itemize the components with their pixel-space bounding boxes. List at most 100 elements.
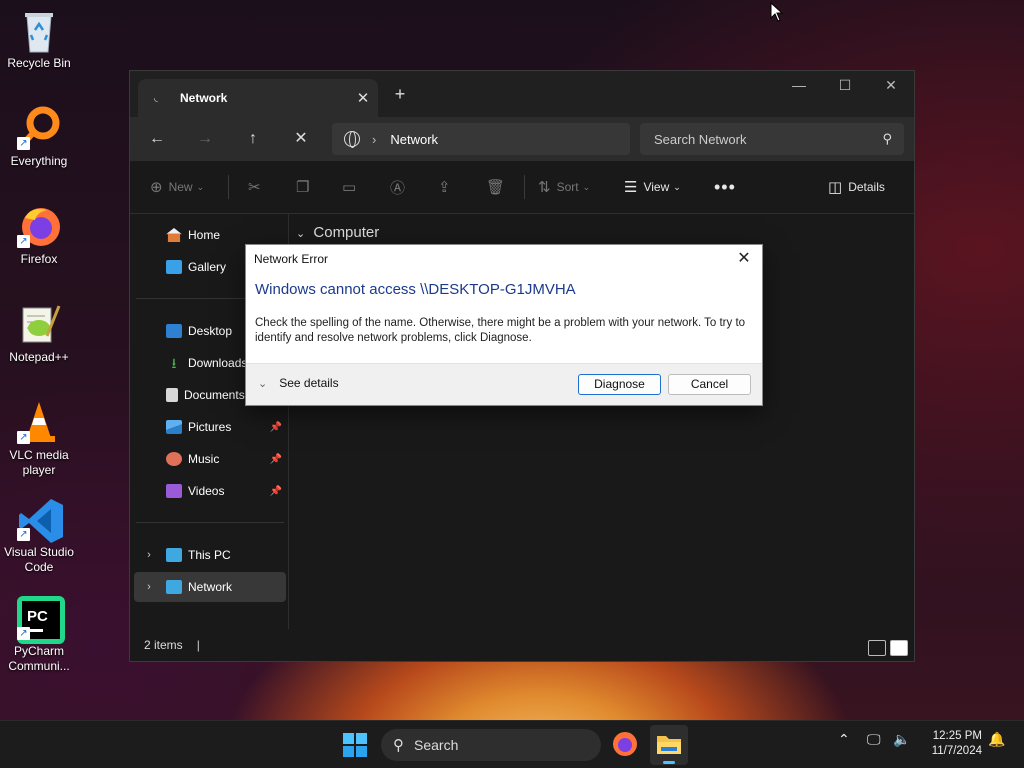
desktop-icon-notepad-plus-plus[interactable]: Notepad++	[0, 302, 78, 365]
chevron-right-icon[interactable]: ›	[138, 549, 160, 561]
taskbar-search[interactable]: ⚲ Search	[381, 729, 601, 761]
sidebar-item-label: Home	[188, 228, 221, 242]
search-icon: ⚲	[393, 737, 404, 754]
computer-icon	[166, 548, 182, 562]
sidebar-item-this-pc[interactable]: › This PC	[134, 540, 286, 570]
sidebar-item-videos[interactable]: Videos 📌	[134, 476, 286, 506]
dialog-close-button[interactable]: ✕	[732, 248, 756, 270]
pin-icon[interactable]: 📌	[270, 422, 282, 433]
see-details-label: See details	[279, 376, 339, 390]
status-separator: |	[196, 638, 200, 652]
sidebar-item-network[interactable]: › Network	[134, 572, 286, 602]
back-button[interactable]: ←	[144, 127, 170, 151]
taskbar-file-explorer-button[interactable]	[650, 725, 688, 765]
desktop-icon-vscode[interactable]: ↗ Visual Studio Code	[0, 497, 78, 575]
new-tab-button[interactable]: +	[390, 84, 410, 105]
divider	[136, 522, 284, 523]
network-error-dialog: Network Error ✕ Windows cannot access \\…	[245, 244, 763, 406]
tab-network[interactable]: ◟ Network ✕	[138, 79, 378, 117]
pycharm-icon: PC ↗	[17, 596, 65, 644]
chevron-right-icon[interactable]: ›	[138, 581, 160, 593]
desktop-icon-label: Notepad++	[9, 350, 69, 364]
sidebar-item-label: Music	[188, 452, 220, 466]
chevron-down-icon: ⌄	[296, 228, 306, 240]
show-hidden-icons-button[interactable]: ⌃	[838, 731, 850, 748]
view-button[interactable]: ☰ View ⌄	[624, 175, 681, 199]
rename-icon: Ⓐ	[390, 179, 406, 197]
details-view-toggle[interactable]	[868, 640, 886, 656]
desktop-icon-everything[interactable]: ↗ Everything	[0, 106, 78, 169]
sidebar-item-label: Gallery	[188, 260, 227, 274]
shortcut-arrow-icon: ↗	[17, 431, 30, 444]
taskbar-firefox-button[interactable]	[612, 731, 638, 757]
rename-button[interactable]: Ⓐ	[390, 175, 411, 199]
up-button[interactable]: ↑	[240, 127, 266, 151]
breadcrumb[interactable]: › Network	[332, 123, 630, 155]
volume-muted-icon[interactable]: 🔈	[893, 731, 910, 748]
details-pane-icon: ◫	[828, 179, 843, 196]
start-button[interactable]	[343, 733, 367, 757]
chevron-down-icon: ⌄	[258, 377, 268, 390]
delete-button[interactable]: 🗑	[486, 175, 511, 199]
sidebar-item-label: Downloads	[188, 356, 248, 370]
sidebar-item-pictures[interactable]: Pictures 📌	[134, 412, 286, 442]
paste-button[interactable]: ▭	[342, 175, 362, 199]
see-details-toggle[interactable]: ⌄ See details	[258, 376, 339, 390]
taskbar: ⚲ Search ⌃ 🖵 🔈 12:25 PM 11/7/2024 🔔	[0, 720, 1024, 768]
new-button[interactable]: ⊕ New ⌄	[150, 175, 204, 199]
trash-icon: 🗑	[486, 179, 506, 196]
sort-button[interactable]: ⇅ Sort ⌄	[538, 175, 590, 199]
notification-bell-icon[interactable]: 🔔	[988, 731, 1005, 748]
dialog-heading: Windows cannot access \\DESKTOP-G1JMVHA	[255, 281, 576, 298]
forward-button[interactable]: →	[192, 127, 218, 151]
pin-icon[interactable]: 📌	[270, 486, 282, 497]
sort-label: Sort	[556, 180, 579, 194]
network-status-icon[interactable]: 🖵	[867, 731, 881, 748]
shortcut-arrow-icon: ↗	[17, 235, 30, 248]
globe-network-icon	[344, 131, 360, 148]
minimize-button[interactable]: —	[776, 77, 822, 93]
cancel-button[interactable]: Cancel	[668, 374, 751, 395]
share-icon: ⇪	[438, 179, 451, 196]
status-bar: 2 items |	[130, 629, 914, 661]
tab-label: Network	[180, 91, 228, 105]
maximize-button[interactable]: ☐	[822, 77, 868, 94]
command-bar: ⊕ New ⌄ ✂ ❐ ▭ Ⓐ ⇪ 🗑 ⇅ Sort ⌄ ☰ View ⌄ ••…	[130, 161, 914, 214]
desktop-icon-recycle-bin[interactable]: Recycle Bin	[0, 8, 78, 71]
desktop-icon-pycharm[interactable]: PC ↗ PyCharm Communi...	[0, 596, 78, 674]
sidebar-item-music[interactable]: Music 📌	[134, 444, 286, 474]
desktop-icon-firefox[interactable]: ↗ Firefox	[0, 204, 78, 267]
chevron-down-icon: ⌄	[196, 181, 205, 192]
details-button[interactable]: ◫ Details	[828, 175, 885, 199]
share-button[interactable]: ⇪	[438, 175, 457, 199]
view-list-icon: ☰	[624, 179, 638, 196]
diagnose-button[interactable]: Diagnose	[578, 374, 661, 395]
dialog-title: Network Error	[254, 252, 329, 266]
cut-icon: ✂	[248, 179, 261, 196]
desktop-icon-label: Firefox	[20, 252, 58, 266]
breadcrumb-network[interactable]: Network	[390, 132, 438, 147]
tab-close-icon[interactable]: ✕	[348, 89, 378, 107]
clock[interactable]: 12:25 PM 11/7/2024	[932, 729, 982, 759]
vscode-icon: ↗	[17, 497, 63, 543]
desktop-icon-vlc[interactable]: ↗ VLC media player	[0, 400, 78, 478]
desktop-icon-label: Recycle Bin	[7, 56, 71, 70]
videos-icon	[166, 484, 182, 498]
more-options-button[interactable]: •••	[714, 175, 742, 199]
pin-icon[interactable]: 📌	[270, 454, 282, 465]
close-window-button[interactable]: ✕	[868, 77, 914, 94]
copy-button[interactable]: ❐	[296, 175, 315, 199]
sidebar-item-label: This PC	[188, 548, 231, 562]
document-icon	[166, 388, 178, 402]
desktop-icon-label: Visual Studio Code	[4, 545, 74, 574]
taskbar-search-label: Search	[414, 737, 459, 753]
sidebar-item-label: Videos	[188, 484, 225, 498]
large-icons-view-toggle[interactable]	[890, 640, 908, 656]
search-input[interactable]	[654, 131, 883, 147]
cut-button[interactable]: ✂	[248, 175, 267, 199]
group-header-computer[interactable]: ⌄ Computer	[296, 224, 379, 241]
stop-button[interactable]: ✕	[288, 127, 314, 151]
svg-text:PC: PC	[27, 608, 48, 625]
folder-icon	[657, 736, 681, 754]
search-box[interactable]: ⚲	[640, 123, 904, 155]
